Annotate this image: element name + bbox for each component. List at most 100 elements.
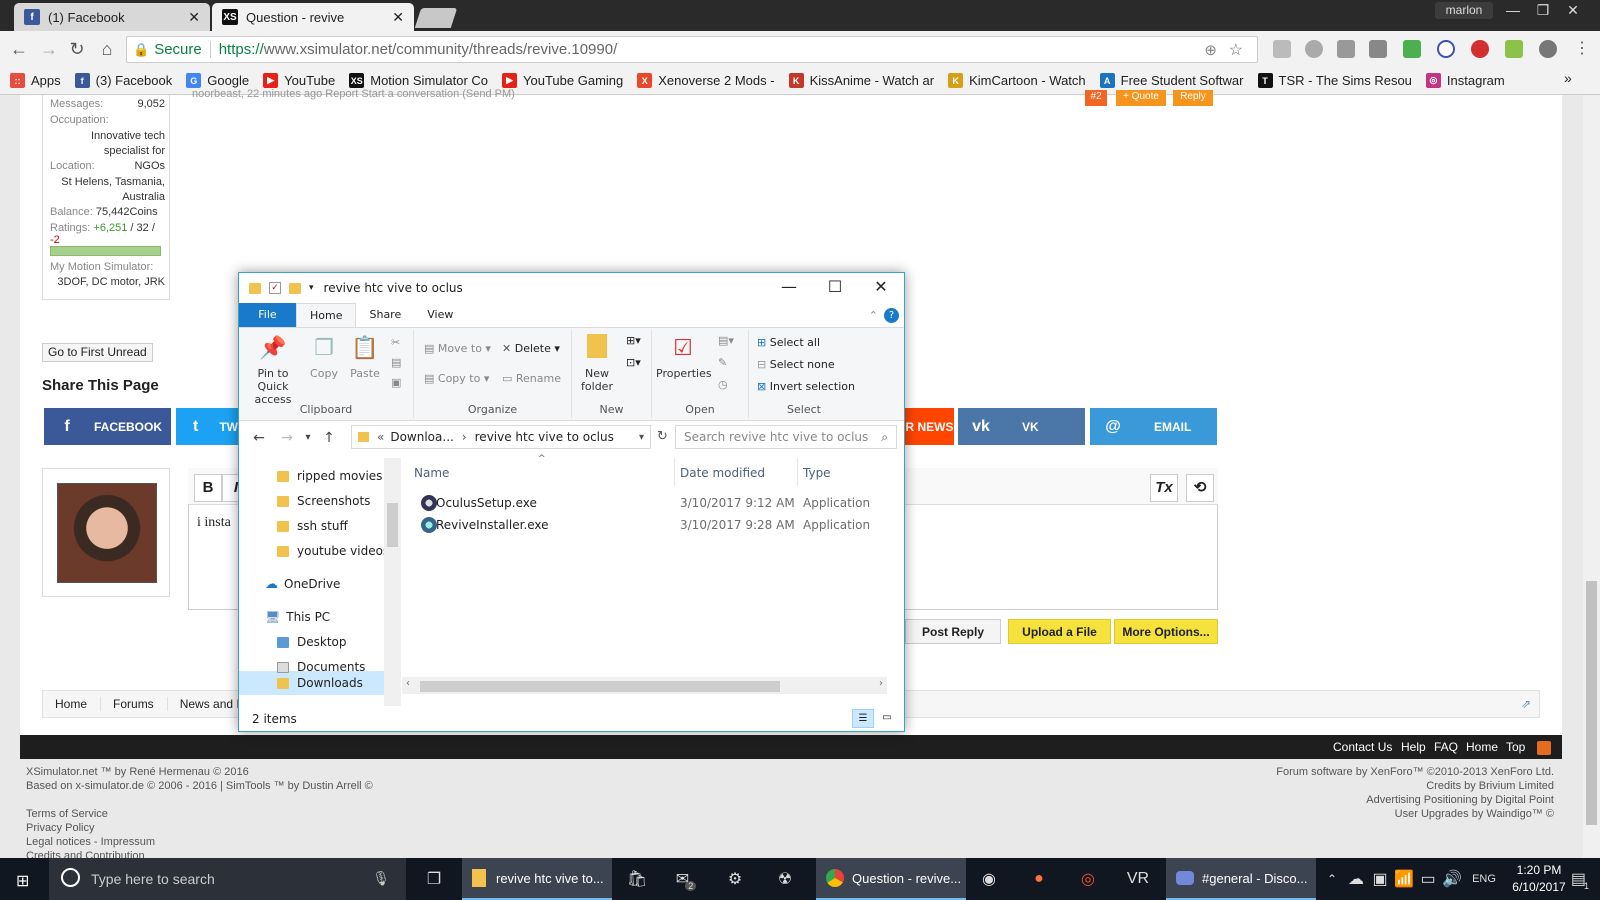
share-twitter-button[interactable]: t TW [176, 408, 238, 445]
bookmark-instagram[interactable]: ◎ Instagram [1425, 73, 1505, 88]
upload-file-button[interactable]: Upload a File [1008, 619, 1111, 644]
menu-icon[interactable]: ⋮ [1567, 31, 1597, 67]
explorer-search-input[interactable]: Search revive htc vive to oclus ⌕ [675, 425, 897, 449]
footer-faq-link[interactable]: FAQ [1434, 740, 1458, 754]
breadcrumb-forums[interactable]: Forums [101, 697, 168, 711]
copy-to-button[interactable]: ▤ Copy to ▾ [424, 372, 489, 385]
footer-top-link[interactable]: Top [1506, 740, 1525, 754]
post-reply-button[interactable]: Post Reply [905, 619, 1001, 644]
nav-item-desktop[interactable]: Desktop [277, 630, 347, 654]
more-options-button[interactable]: More Options... [1114, 619, 1218, 644]
chevron-down-icon[interactable]: ▾ [639, 432, 644, 443]
address-segment-downloads[interactable]: Downloa... [390, 430, 453, 444]
taskbar-discord-app[interactable]: #general - Disco... [1166, 858, 1316, 900]
translate-icon[interactable]: ⊕ [1204, 41, 1217, 59]
task-view-icon[interactable]: ❐ [414, 862, 454, 896]
star-icon[interactable]: ☆ [1229, 40, 1243, 60]
footer-contact-link[interactable]: Contact Us [1333, 740, 1392, 754]
nav-scrollbar[interactable] [384, 458, 401, 706]
bookmark-xenoverse[interactable]: X Xenoverse 2 Mods - [637, 73, 775, 88]
file-row[interactable]: ReviveInstaller.exe 3/10/2017 9:28 AM Ap… [402, 514, 902, 536]
copy-path-icon[interactable]: ▤ [391, 356, 401, 369]
taskbar-search-input[interactable]: Type here to search 🎙 [49, 858, 406, 900]
microphone-icon[interactable]: 🎙 [372, 870, 390, 887]
start-button[interactable]: ⊞ [0, 858, 48, 900]
column-type[interactable]: Type [803, 466, 831, 480]
share-email-button[interactable]: @ EMAIL [1090, 408, 1217, 445]
extension-icon[interactable] [1273, 40, 1291, 58]
extension-icon[interactable] [1505, 40, 1523, 58]
chevron-down-icon[interactable]: ▾ [309, 283, 314, 293]
breadcrumb-home[interactable]: Home [43, 697, 102, 711]
footer-privacy-link[interactable]: Privacy Policy [26, 822, 94, 834]
close-icon[interactable]: ✕ [1558, 0, 1588, 20]
footer-terms-link[interactable]: Terms of Service [26, 808, 108, 820]
tab-question-revive[interactable]: XS Question - revive ✕ [212, 3, 414, 31]
obs-icon[interactable]: ◉ [969, 862, 1009, 896]
bookmark-tsr[interactable]: T TSR - The Sims Resou [1257, 73, 1412, 88]
store-icon[interactable]: 🛍 [617, 862, 657, 896]
restore-icon[interactable]: ❐ [1528, 0, 1558, 20]
search-icon[interactable]: ⌕ [881, 430, 888, 445]
battery-icon[interactable]: ▭ [1416, 862, 1440, 896]
nav-item-ripped-movies[interactable]: ripped movies [277, 464, 382, 488]
easy-access-icon[interactable]: ⊡▾ [626, 356, 641, 369]
back-icon[interactable]: ← [245, 430, 273, 446]
edit-icon[interactable]: ✎ [718, 356, 727, 369]
go-to-first-unread-button[interactable]: Go to First Unread [42, 343, 153, 362]
share-reddit-button[interactable]: R NEWS [905, 408, 954, 445]
close-icon[interactable]: ✕ [858, 273, 904, 303]
properties-button[interactable]: ☑ Properties [656, 334, 712, 380]
open-icon[interactable]: ▤▾ [718, 334, 734, 347]
select-none-button[interactable]: ⊟ Select none [757, 358, 835, 371]
minimize-icon[interactable]: — [766, 273, 812, 303]
reply-button[interactable]: Reply [1173, 90, 1213, 106]
quote-button[interactable]: + Quote [1116, 90, 1166, 106]
bookmark-student-software[interactable]: A Free Student Softwar [1099, 73, 1244, 88]
action-center-icon[interactable]: ▤ 1 [1560, 862, 1600, 896]
taskbar-explorer-app[interactable]: revive htc vive to... [462, 858, 612, 900]
remove-format-icon[interactable]: Tx [1150, 474, 1178, 502]
explorer-title-bar[interactable]: ✓ ▾ revive htc vive to oclus — ☐ ✕ [239, 273, 904, 303]
extension-icon[interactable] [1403, 40, 1421, 58]
bold-button[interactable]: B [194, 474, 222, 502]
bookmark-apps[interactable]: :: Apps [10, 73, 61, 88]
address-segment-current[interactable]: revive htc vive to oclus [475, 430, 614, 444]
delete-button[interactable]: ✕ Delete ▾ [502, 342, 560, 355]
extension-icon[interactable] [1539, 40, 1557, 58]
bookmark-youtube-gaming[interactable]: ▶ YouTube Gaming [502, 73, 623, 88]
address-overflow[interactable]: « [377, 430, 384, 444]
home-icon[interactable]: ⌂ [92, 31, 122, 67]
bookmark-kimcartoon[interactable]: K KimCartoon - Watch [948, 73, 1086, 88]
tab-home[interactable]: Home [296, 303, 357, 327]
scroll-right-icon[interactable]: › [879, 678, 883, 689]
editor-text[interactable]: i insta [197, 515, 231, 531]
tab-view[interactable]: View [414, 303, 466, 327]
footer-legal-link[interactable]: Legal notices - Impressum [26, 836, 155, 848]
bookmark-facebook[interactable]: f (3) Facebook [74, 73, 172, 88]
scroll-left-icon[interactable]: ‹ [406, 678, 410, 689]
bookmark-kissanime[interactable]: K KissAnime - Watch ar [788, 73, 934, 88]
page-scrollbar-thumb[interactable] [1586, 581, 1597, 825]
adblock-icon[interactable] [1471, 40, 1489, 58]
nav-item-this-pc[interactable]: 🖥 This PC [265, 605, 330, 629]
nav-item-ssh-stuff[interactable]: ssh stuff [277, 514, 348, 538]
new-item-icon[interactable]: ⊞▾ [626, 334, 641, 347]
footer-help-link[interactable]: Help [1401, 740, 1426, 754]
ubuntu-icon[interactable]: ◎ [1068, 862, 1108, 896]
radiation-app-icon[interactable]: ☢ [765, 862, 805, 896]
nav-item-onedrive[interactable]: ☁ OneDrive [265, 572, 340, 596]
refresh-icon[interactable]: ↻ [657, 429, 668, 444]
up-icon[interactable]: ↑ [315, 430, 343, 446]
column-divider[interactable] [674, 458, 675, 486]
tray-app-icon[interactable]: ▣ [1368, 862, 1392, 896]
forward-icon[interactable]: → [273, 430, 301, 446]
drafts-icon[interactable]: ⟲ [1186, 474, 1214, 502]
explorer-address-bar[interactable]: « Downloa... › revive htc vive to oclus … [351, 425, 651, 449]
language-icon[interactable]: ENG [1464, 862, 1504, 896]
footer-credits-link[interactable]: Credits and Contribution [26, 850, 145, 858]
firefox-icon[interactable]: ● [1019, 862, 1059, 896]
reload-icon[interactable]: ↻ [62, 31, 92, 67]
avatar[interactable] [57, 483, 157, 583]
new-folder-quick-icon[interactable] [289, 282, 301, 294]
